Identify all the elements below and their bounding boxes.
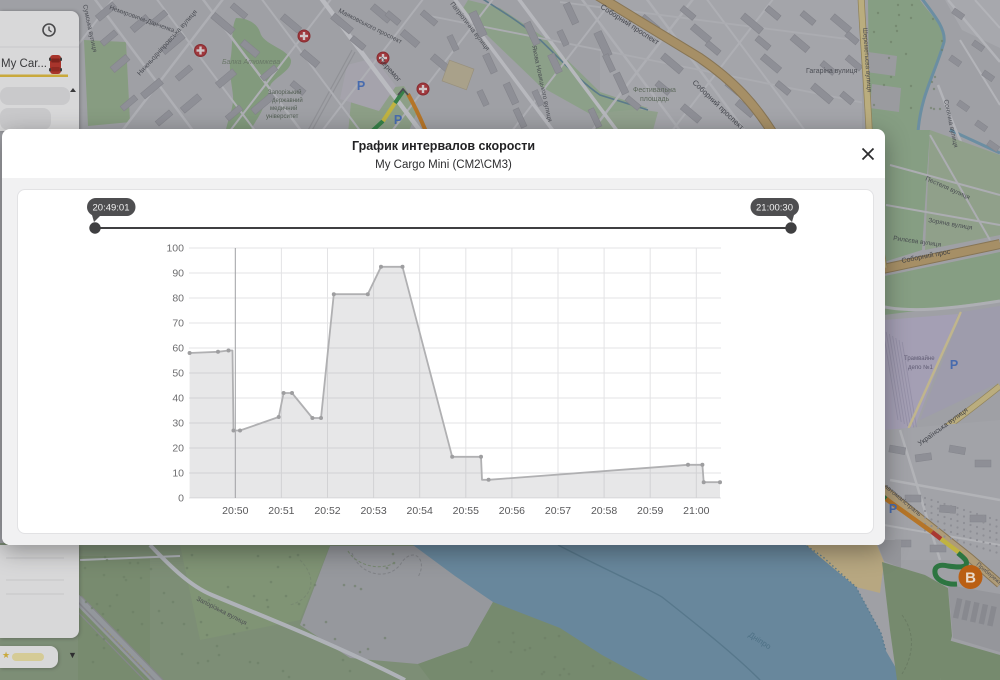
svg-text:90: 90 [172, 268, 184, 280]
svg-text:70: 70 [172, 318, 184, 330]
svg-text:10: 10 [172, 468, 184, 480]
svg-text:100: 100 [166, 243, 184, 255]
svg-text:20:59: 20:59 [637, 505, 663, 517]
svg-text:20:52: 20:52 [314, 505, 340, 517]
svg-text:20:53: 20:53 [360, 505, 386, 517]
svg-text:20:57: 20:57 [545, 505, 571, 517]
svg-text:20:50: 20:50 [222, 505, 248, 517]
svg-text:30: 30 [172, 418, 184, 430]
svg-text:20:56: 20:56 [499, 505, 525, 517]
svg-text:60: 60 [172, 343, 184, 355]
svg-text:20:51: 20:51 [268, 505, 294, 517]
svg-text:20:58: 20:58 [591, 505, 617, 517]
svg-text:50: 50 [172, 368, 184, 380]
svg-text:0: 0 [178, 493, 184, 505]
svg-text:20:54: 20:54 [407, 505, 433, 517]
svg-text:20:55: 20:55 [453, 505, 479, 517]
svg-text:80: 80 [172, 293, 184, 305]
svg-text:20: 20 [172, 443, 184, 455]
svg-text:40: 40 [172, 393, 184, 405]
svg-text:21:00: 21:00 [683, 505, 709, 517]
